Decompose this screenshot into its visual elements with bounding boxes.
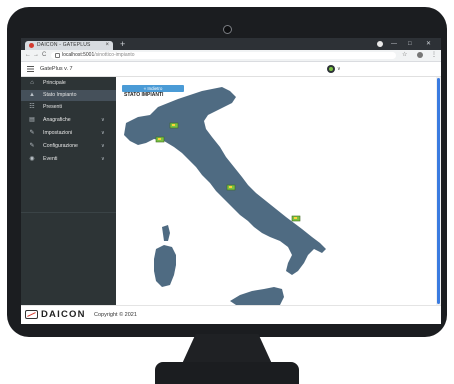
wrench-icon: ✎: [29, 130, 35, 136]
daicon-logo-icon: [25, 310, 38, 319]
users-icon: ☷: [29, 104, 35, 110]
browser-tab[interactable]: DAICON - GATEPLUS ×: [25, 41, 113, 50]
url-text: localhost:5001/sinottico-impianto: [62, 52, 135, 58]
favicon-icon: [29, 43, 34, 48]
monitor-stand-neck: [181, 334, 273, 364]
monitor-stand-base: [155, 362, 299, 384]
app-title: GatePlus v. 7: [40, 66, 73, 72]
maximize-button[interactable]: □: [408, 39, 412, 49]
tab-title: DAICON - GATEPLUS: [37, 42, 91, 48]
chevron-down-icon: ∨: [101, 130, 105, 136]
eye-icon: ◉: [29, 156, 35, 162]
sidebar-item-label: Presenti: [43, 104, 63, 110]
map-region-corsica: [162, 225, 170, 241]
marker-torino[interactable]: [155, 136, 165, 143]
chevron-down-icon: ∨: [101, 143, 105, 149]
sidebar-item-label: Configurazione: [43, 143, 78, 149]
marker-roma[interactable]: [226, 184, 236, 191]
browser-menu-icon[interactable]: ⋮: [431, 50, 437, 61]
close-window-button[interactable]: ✕: [426, 39, 431, 49]
sidebar-item-anagrafiche[interactable]: ▤ Anagrafiche ∨: [21, 115, 116, 126]
chevron-down-icon: ∨: [101, 156, 105, 162]
sidebar-item-principale[interactable]: ⌂ Principale: [21, 78, 116, 89]
italy-map: [124, 87, 326, 305]
marker-milano[interactable]: [169, 122, 179, 129]
map-region-sicily: [230, 287, 284, 305]
scrollbar-thumb[interactable]: [437, 78, 440, 304]
browser-profile-icon[interactable]: [377, 41, 383, 47]
sidebar-item-label: Impostazioni: [43, 130, 73, 136]
sidebar-item-stato-impianto[interactable]: ▲ Stato Impianto: [21, 90, 116, 101]
home-icon: ⌂: [30, 80, 34, 86]
map-region-sardinia: [154, 245, 176, 287]
tab-close-icon[interactable]: ×: [105, 41, 109, 50]
forward-arrow-icon[interactable]: →: [33, 50, 39, 61]
wrench-icon: ✎: [29, 143, 35, 149]
sidebar-item-configurazione[interactable]: ✎ Configurazione ∨: [21, 141, 116, 152]
lock-icon: [55, 53, 60, 58]
sidebar-item-label: Eventi: [43, 156, 58, 162]
sidebar: ⌂ Principale ▲ Stato Impianto ☷ Presenti…: [21, 77, 116, 305]
back-arrow-icon[interactable]: ←: [25, 50, 31, 61]
minimize-button[interactable]: —: [391, 39, 397, 49]
bookmark-star-icon[interactable]: ☆: [402, 50, 407, 61]
warning-icon: ▲: [29, 92, 35, 98]
footer-copyright: Copyright © 2021: [94, 312, 137, 318]
address-bar[interactable]: localhost:5001/sinottico-impianto: [51, 52, 396, 59]
sidebar-item-label: Stato Impianto: [43, 92, 77, 98]
footer: DAICON Copyright © 2021: [21, 305, 441, 324]
sidebar-item-impostazioni[interactable]: ✎ Impostazioni ∨: [21, 128, 116, 139]
list-icon: ▤: [29, 117, 35, 123]
app-header: GatePlus v. 7 ∨: [21, 62, 441, 77]
sidebar-item-label: Anagrafiche: [43, 117, 71, 123]
page-scrollbar[interactable]: [436, 77, 441, 305]
browser-toolbar: ← → C localhost:5001/sinottico-impianto …: [21, 50, 441, 62]
map-region-mainland: [124, 87, 326, 275]
marker-bari[interactable]: [291, 215, 301, 222]
user-avatar[interactable]: [327, 65, 335, 73]
footer-logo: DAICON: [41, 309, 86, 320]
account-icon[interactable]: [417, 52, 423, 58]
chevron-down-icon: ∨: [101, 117, 105, 123]
new-tab-button[interactable]: +: [120, 39, 125, 49]
hamburger-menu-icon[interactable]: [27, 66, 34, 72]
sidebar-item-eventi[interactable]: ◉ Eventi ∨: [21, 154, 116, 165]
browser-tabstrip: DAICON - GATEPLUS × + — □ ✕: [21, 38, 441, 50]
screen: DAICON - GATEPLUS × + — □ ✕ ← → C localh…: [21, 38, 441, 324]
reload-icon[interactable]: C: [42, 50, 46, 61]
sidebar-item-presenti[interactable]: ☷ Presenti: [21, 102, 116, 113]
sidebar-divider: [21, 212, 116, 213]
user-menu-caret-icon[interactable]: ∨: [337, 62, 341, 76]
sidebar-item-label: Principale: [43, 80, 66, 86]
main-content: « Indietro STATO IMPIANTI: [116, 77, 436, 305]
webcam-icon: [223, 25, 232, 34]
